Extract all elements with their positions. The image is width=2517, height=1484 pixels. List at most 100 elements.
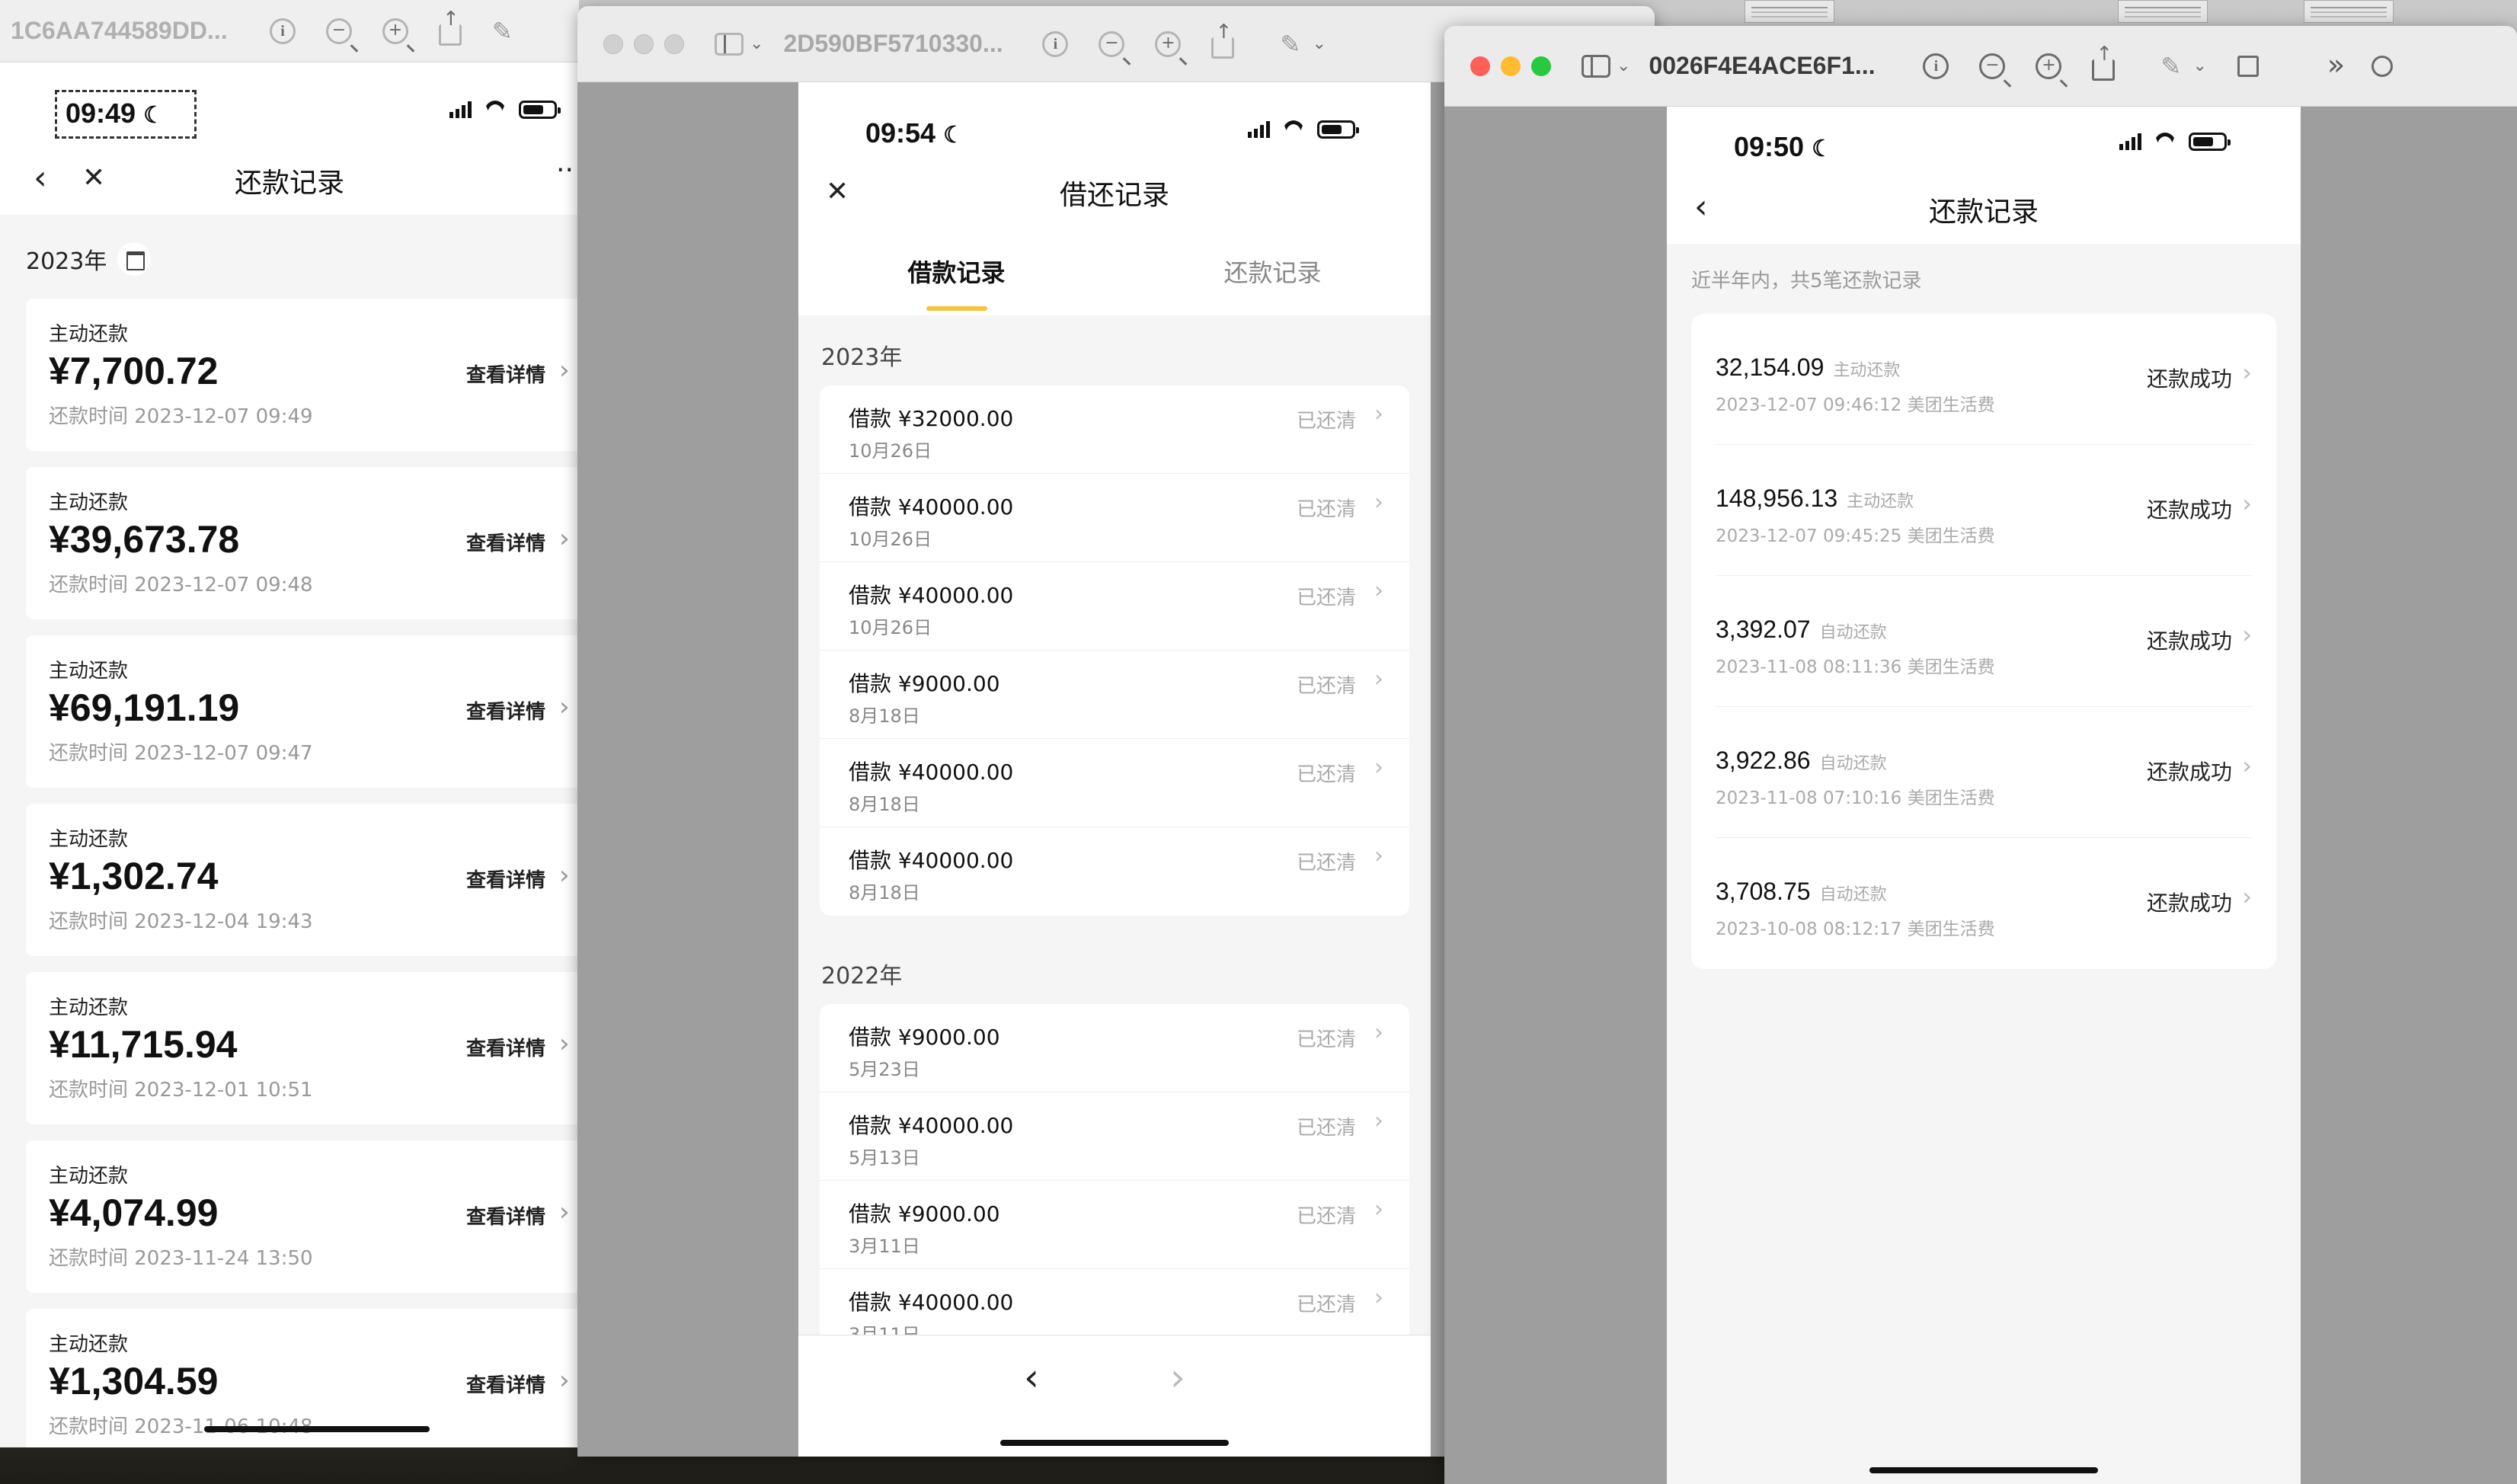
view-details-link[interactable]: 查看详情 xyxy=(466,865,545,893)
repayment-row[interactable]: 3,392.07 自动还款 2023-11-08 08:11:36 美团生活费 还… xyxy=(1716,576,2252,707)
loan-row[interactable]: 借款 ¥40000.00 10月26日 已还清 › xyxy=(820,562,1409,651)
repayment-card[interactable]: 主动还款 ¥11,715.94 还款时间 2023-12-01 10:51 查看… xyxy=(26,972,579,1124)
minimize-window-button[interactable] xyxy=(1501,56,1521,76)
rotate-icon[interactable] xyxy=(2237,55,2259,77)
chevron-down-icon[interactable]: ⌄ xyxy=(750,34,763,53)
sidebar-icon[interactable] xyxy=(1582,54,1610,78)
chevron-right-icon: › xyxy=(1374,489,1383,516)
wifi-icon xyxy=(2152,133,2178,151)
info-icon[interactable] xyxy=(1923,53,1949,79)
repayment-row[interactable]: 3,708.75 自动还款 2023-10-08 08:12:17 美团生活费 还… xyxy=(1716,838,2252,969)
forward-icon[interactable]: › xyxy=(1170,1355,1185,1399)
more-tools-icon[interactable] xyxy=(2327,53,2353,79)
share-icon[interactable] xyxy=(1211,21,1235,59)
minimize-window-button[interactable] xyxy=(634,34,654,54)
repayment-card[interactable]: 主动还款 ¥7,700.72 还款时间 2023-12-07 09:49 查看详… xyxy=(26,299,579,451)
zoom-in-icon[interactable] xyxy=(382,18,408,44)
back-icon[interactable]: ‹ xyxy=(1024,1355,1039,1399)
close-window-button[interactable] xyxy=(603,34,623,54)
loan-row[interactable]: 借款 ¥32000.00 10月26日 已还清 › xyxy=(820,385,1409,474)
zoom-window-button[interactable] xyxy=(1531,56,1551,76)
repayment-amount: 148,956.13 xyxy=(1716,485,1838,512)
status-bar: 09:50 ☾ xyxy=(1667,107,2301,175)
loan-row[interactable]: 借款 ¥40000.00 8月18日 已还清 › xyxy=(820,827,1409,916)
chevron-down-icon[interactable]: ⌄ xyxy=(1312,34,1326,53)
nav-bar: ‹ ✕ 还款记录 ·· xyxy=(0,146,579,215)
window-controls[interactable] xyxy=(1470,56,1551,76)
chevron-right-icon: › xyxy=(559,1197,570,1227)
chevron-right-icon: › xyxy=(2242,620,2252,649)
repayment-status: 还款成功 xyxy=(2146,497,2232,523)
home-indicator xyxy=(204,1426,430,1432)
phone-screen: 09:54 ☾ ✕ 借还记录 借款记录 还款记录 2023年 借款 ¥32000… xyxy=(798,82,1431,1457)
desktop-thumbnail[interactable] xyxy=(1745,0,1834,23)
calendar-icon[interactable] xyxy=(117,242,152,276)
window-controls[interactable] xyxy=(603,34,684,54)
repayment-status: 还款成功 xyxy=(2146,366,2232,392)
repayment-card[interactable]: 主动还款 ¥69,191.19 还款时间 2023-12-07 09:47 查看… xyxy=(26,635,579,788)
zoom-out-icon[interactable] xyxy=(326,18,352,44)
repayment-row[interactable]: 148,956.13 主动还款 2023-12-07 09:45:25 美团生活费… xyxy=(1716,445,2252,576)
year-filter[interactable]: 2023年 xyxy=(26,242,152,276)
markup-icon[interactable] xyxy=(2160,53,2186,79)
loan-status: 已还清 xyxy=(1296,852,1356,875)
close-window-button[interactable] xyxy=(1470,56,1490,76)
desktop-thumbnail[interactable] xyxy=(2304,0,2394,23)
loan-amount: 借款 ¥40000.00 xyxy=(849,848,1014,873)
info-icon[interactable] xyxy=(1042,30,1069,57)
loan-date: 10月26日 xyxy=(849,529,932,550)
search-icon[interactable] xyxy=(2371,55,2393,77)
view-details-link[interactable]: 查看详情 xyxy=(466,1370,545,1398)
view-details-link[interactable]: 查看详情 xyxy=(466,360,545,388)
repayment-card[interactable]: 主动还款 ¥39,673.78 还款时间 2023-12-07 09:48 查看… xyxy=(26,467,579,619)
more-icon[interactable]: ·· xyxy=(556,157,574,184)
loan-amount: 借款 ¥40000.00 xyxy=(849,1290,1014,1315)
preview-window-3[interactable]: ⌄ 0026F4E4ACE6F1... ⌄ 09:50 ☾ ‹ 还款记录 近半年… xyxy=(1444,26,2517,1484)
tab-repay-records[interactable]: 还款记录 xyxy=(1115,227,1431,315)
zoom-in-icon[interactable] xyxy=(1155,30,1182,57)
view-details-link[interactable]: 查看详情 xyxy=(466,1033,545,1061)
repayment-row[interactable]: 32,154.09 主动还款 2023-12-07 09:46:12 美团生活费 … xyxy=(1716,314,2252,445)
zoom-window-button[interactable] xyxy=(664,34,684,54)
moon-icon: ☾ xyxy=(943,123,964,148)
window-title: 1C6AA744589DD... xyxy=(11,17,228,44)
close-icon[interactable]: ✕ xyxy=(826,178,849,206)
loan-row[interactable]: 借款 ¥40000.00 5月13日 已还清 › xyxy=(820,1092,1409,1181)
info-icon[interactable] xyxy=(270,18,296,44)
signal-icon xyxy=(449,101,472,118)
loan-amount: 借款 ¥40000.00 xyxy=(849,760,1014,785)
zoom-out-icon[interactable] xyxy=(1099,30,1125,57)
loan-row[interactable]: 借款 ¥9000.00 3月11日 已还清 › xyxy=(820,1181,1409,1269)
markup-icon[interactable] xyxy=(1280,31,1306,57)
repayment-card[interactable]: 主动还款 ¥4,074.99 还款时间 2023-11-24 13:50 查看详… xyxy=(26,1140,579,1293)
loan-row[interactable]: 借款 ¥40000.00 10月26日 已还清 › xyxy=(820,474,1409,562)
share-icon[interactable] xyxy=(2092,43,2116,81)
repayment-time: 2023-11-08 08:11:36 美团生活费 xyxy=(1716,657,1995,677)
markup-icon[interactable] xyxy=(492,18,518,44)
back-icon[interactable]: ‹ xyxy=(34,162,47,195)
close-icon[interactable]: ✕ xyxy=(82,165,105,192)
battery-icon xyxy=(1317,120,1359,139)
sidebar-icon[interactable] xyxy=(715,32,744,56)
desktop-thumbnail[interactable] xyxy=(2118,0,2208,23)
repayment-status: 还款成功 xyxy=(2146,628,2232,654)
tab-borrow-records[interactable]: 借款记录 xyxy=(798,227,1115,315)
view-details-link[interactable]: 查看详情 xyxy=(466,1201,545,1230)
back-icon[interactable]: ‹ xyxy=(1694,190,1708,224)
preview-window-1[interactable]: 1C6AA744589DD... 09:49 ☾ ‹ ✕ 还款记录 ·· 202… xyxy=(0,0,579,1447)
loan-row[interactable]: 借款 ¥40000.00 8月18日 已还清 › xyxy=(820,739,1409,827)
moon-icon: ☾ xyxy=(143,103,164,128)
share-icon[interactable] xyxy=(439,8,462,46)
chevron-down-icon[interactable]: ⌄ xyxy=(1617,56,1630,75)
view-details-link[interactable]: 查看详情 xyxy=(466,528,545,556)
loan-status: 已还清 xyxy=(1296,498,1356,521)
repayment-row[interactable]: 3,922.86 自动还款 2023-11-08 07:10:16 美团生活费 还… xyxy=(1716,707,2252,838)
chevron-down-icon[interactable]: ⌄ xyxy=(2192,56,2206,75)
zoom-out-icon[interactable] xyxy=(1979,53,2006,79)
loan-row[interactable]: 借款 ¥9000.00 8月18日 已还清 › xyxy=(820,651,1409,739)
zoom-in-icon[interactable] xyxy=(2036,53,2062,79)
view-details-link[interactable]: 查看详情 xyxy=(466,696,545,724)
loan-row[interactable]: 借款 ¥9000.00 5月23日 已还清 › xyxy=(820,1004,1409,1092)
repayment-card[interactable]: 主动还款 ¥1,302.74 还款时间 2023-12-04 19:43 查看详… xyxy=(26,804,579,956)
loan-amount: 借款 ¥9000.00 xyxy=(849,1201,1000,1227)
